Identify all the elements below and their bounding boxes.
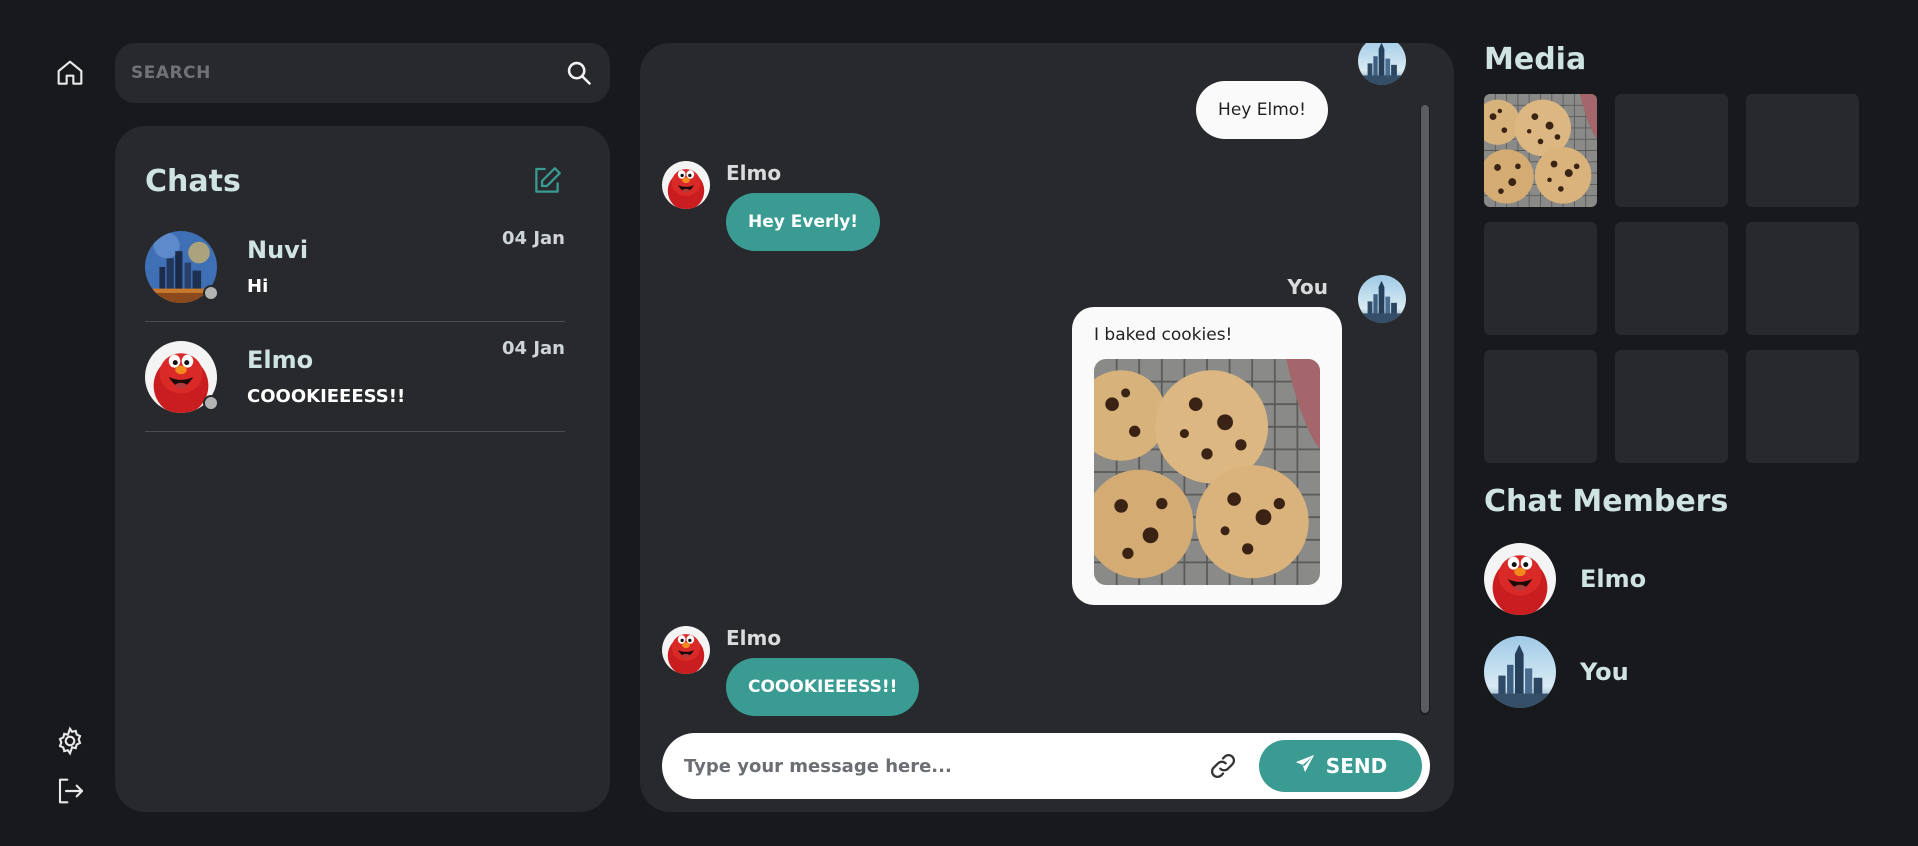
avatar [145, 231, 219, 303]
chat-preview: Hi [247, 276, 269, 297]
send-label: SEND [1325, 754, 1388, 778]
media-item-empty [1615, 350, 1728, 463]
message-image[interactable] [1094, 359, 1320, 585]
media-item-empty [1484, 222, 1597, 335]
message-sender: You [1287, 275, 1328, 299]
avatar [662, 161, 710, 209]
message-bubble: Hey Everly! [726, 193, 881, 251]
image-message-bubble: I baked cookies! [1072, 307, 1342, 605]
member-item-elmo[interactable]: Elmo [1484, 543, 1646, 615]
search-input[interactable] [131, 63, 564, 83]
media-item[interactable] [1484, 94, 1597, 207]
search-icon[interactable] [564, 58, 594, 88]
media-item-empty [1484, 350, 1597, 463]
compose-icon[interactable] [529, 163, 565, 199]
status-dot [203, 284, 219, 301]
search-bar [115, 43, 610, 103]
message-composer: SEND [662, 733, 1430, 799]
member-name: Elmo [1580, 565, 1647, 593]
avatar [1484, 636, 1556, 708]
member-name: You [1580, 658, 1629, 686]
media-grid [1484, 94, 1859, 463]
send-button[interactable]: SEND [1259, 740, 1422, 792]
avatar [145, 341, 219, 413]
media-item-empty [1746, 222, 1859, 335]
chat-members-title: Chat Members [1484, 484, 1729, 519]
avatar [662, 626, 710, 674]
conversation-panel: Hey Elmo! Elmo Hey Everly! You I baked c… [640, 43, 1454, 812]
message-input[interactable] [684, 755, 1203, 777]
status-dot [203, 394, 219, 411]
media-item-empty [1746, 94, 1859, 207]
chats-title: Chats [145, 163, 241, 199]
media-item-empty [1746, 350, 1859, 463]
media-item-empty [1615, 94, 1728, 207]
gear-icon[interactable] [52, 723, 88, 759]
chat-preview: COOOKIEEESS!! [247, 386, 406, 407]
message-list[interactable]: Hey Elmo! Elmo Hey Everly! You I baked c… [640, 43, 1440, 723]
chat-date: 04 Jan [502, 228, 565, 249]
avatar [1358, 275, 1406, 323]
message-sender: Elmo [726, 626, 782, 650]
logout-icon[interactable] [52, 773, 88, 809]
media-item-empty [1615, 222, 1728, 335]
chat-date: 04 Jan [502, 338, 565, 359]
scrollbar-thumb[interactable] [1421, 105, 1429, 713]
home-icon[interactable] [52, 55, 88, 91]
message-bubble: Hey Elmo! [1196, 81, 1328, 139]
paper-plane-icon [1294, 753, 1316, 780]
chats-panel: Chats Nuvi Hi 04 Jan Elmo COOOKIEEESS!! … [115, 126, 610, 812]
message-text: I baked cookies! [1094, 325, 1233, 345]
message-sender: Elmo [726, 161, 782, 185]
chat-item-elmo[interactable]: Elmo COOOKIEEESS!! 04 Jan [145, 322, 565, 432]
member-item-you[interactable]: You [1484, 636, 1629, 708]
media-title: Media [1484, 42, 1587, 77]
link-icon[interactable] [1203, 746, 1243, 786]
chats-header: Chats [145, 156, 565, 206]
chat-item-nuvi[interactable]: Nuvi Hi 04 Jan [145, 212, 565, 322]
avatar [1358, 43, 1406, 85]
message-bubble: COOOKIEEESS!! [726, 658, 920, 716]
avatar [1484, 543, 1556, 615]
